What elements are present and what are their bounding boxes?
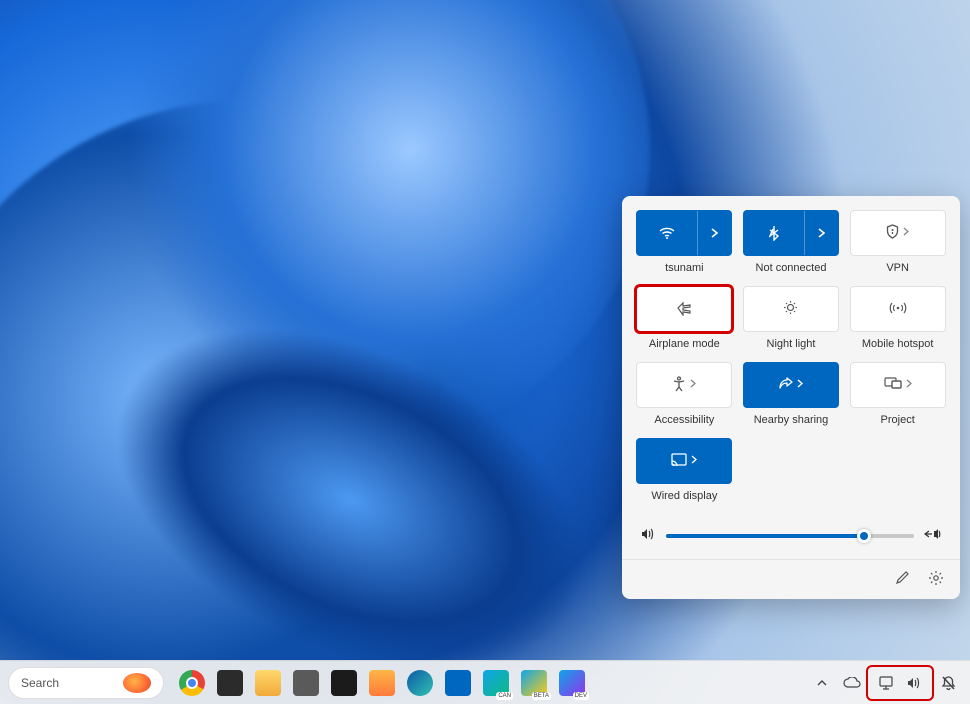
- paint-icon: [369, 670, 395, 696]
- taskbar-app-chrome[interactable]: [174, 665, 210, 701]
- network-volume-tray[interactable]: [868, 667, 932, 699]
- tray-overflow-button[interactable]: [808, 667, 836, 699]
- tile-wifi: tsunami: [636, 210, 733, 276]
- shield-toggle[interactable]: [850, 210, 946, 256]
- taskbar-app-settings[interactable]: [288, 665, 324, 701]
- chrome-icon: [179, 670, 205, 696]
- terminal-icon: [331, 670, 357, 696]
- volume-icon[interactable]: [900, 667, 928, 699]
- edit-button[interactable]: [895, 570, 910, 589]
- taskbar-app-paint[interactable]: [364, 665, 400, 701]
- taskbar-app-edge[interactable]: [402, 665, 438, 701]
- tile-share: Nearby sharing: [743, 362, 840, 428]
- tile-label: Project: [881, 414, 915, 428]
- quick-settings-panel: tsunami Not connected VPN Airplane mode Nigh…: [622, 196, 960, 599]
- output-device-button[interactable]: [924, 527, 942, 544]
- share-icon: [778, 377, 793, 394]
- settings-button[interactable]: [928, 570, 944, 589]
- system-tray: [808, 667, 962, 699]
- volume-slider[interactable]: [666, 534, 914, 538]
- tile-airplane: Airplane mode: [636, 286, 733, 352]
- brightness-icon: [783, 300, 798, 318]
- cast-icon: [671, 453, 687, 469]
- tile-label: Mobile hotspot: [862, 338, 934, 352]
- tile-label: Not connected: [756, 262, 827, 276]
- share-toggle[interactable]: [743, 362, 839, 408]
- airplane-icon: [676, 300, 692, 319]
- taskbar-apps: CANBETADEV: [174, 665, 590, 701]
- taskbar: Search CANBETADEV: [0, 660, 970, 704]
- settings-icon: [293, 670, 319, 696]
- wifi-icon: [637, 211, 697, 255]
- project-toggle[interactable]: [850, 362, 946, 408]
- chevron-right-icon: [691, 455, 697, 467]
- store-icon: [445, 670, 471, 696]
- shield-icon: [886, 224, 899, 242]
- chevron-right-icon[interactable]: [804, 211, 838, 255]
- search-highlight-icon: [123, 673, 151, 693]
- hotspot-toggle[interactable]: [850, 286, 946, 332]
- speaker-icon: [640, 526, 656, 545]
- edge-icon: [407, 670, 433, 696]
- project-icon: [884, 377, 902, 393]
- tile-label: Nearby sharing: [754, 414, 829, 428]
- accessibility-icon: [672, 376, 686, 395]
- tile-label: Airplane mode: [649, 338, 720, 352]
- chevron-right-icon: [797, 379, 803, 391]
- chevron-right-icon[interactable]: [697, 211, 731, 255]
- tile-cast: Wired display: [636, 438, 733, 504]
- explorer-icon: [255, 670, 281, 696]
- quick-settings-grid: tsunami Not connected VPN Airplane mode Nigh…: [636, 210, 946, 504]
- tile-project: Project: [849, 362, 946, 428]
- tile-label: VPN: [886, 262, 909, 276]
- taskbar-app-edge-dev[interactable]: DEV: [554, 665, 590, 701]
- tile-label: Accessibility: [654, 414, 714, 428]
- bluetooth-icon: [744, 211, 804, 255]
- cast-toggle[interactable]: [636, 438, 732, 484]
- taskbar-app-edge-beta[interactable]: BETA: [516, 665, 552, 701]
- tile-hotspot: Mobile hotspot: [849, 286, 946, 352]
- tile-label: tsunami: [665, 262, 704, 276]
- notifications-icon[interactable]: [934, 667, 962, 699]
- tile-brightness: Night light: [743, 286, 840, 352]
- taskbar-app-explorer[interactable]: [250, 665, 286, 701]
- tile-bluetooth: Not connected: [743, 210, 840, 276]
- search-box[interactable]: Search: [8, 667, 164, 699]
- volume-row: [636, 526, 946, 545]
- chevron-right-icon: [903, 227, 909, 239]
- wifi-toggle[interactable]: [636, 210, 732, 256]
- airplane-toggle[interactable]: [636, 286, 732, 332]
- taskbar-app-store[interactable]: [440, 665, 476, 701]
- brightness-toggle[interactable]: [743, 286, 839, 332]
- quick-settings-footer: [622, 559, 960, 599]
- tile-shield: VPN: [849, 210, 946, 276]
- hotspot-icon: [889, 301, 907, 318]
- taskbar-app-terminal[interactable]: [326, 665, 362, 701]
- tile-accessibility: Accessibility: [636, 362, 733, 428]
- bluetooth-toggle[interactable]: [743, 210, 839, 256]
- taskbar-app-taskview[interactable]: [212, 665, 248, 701]
- onedrive-icon[interactable]: [838, 667, 866, 699]
- chevron-right-icon: [690, 379, 696, 391]
- accessibility-toggle[interactable]: [636, 362, 732, 408]
- search-placeholder: Search: [21, 676, 59, 690]
- taskview-icon: [217, 670, 243, 696]
- chevron-right-icon: [906, 379, 912, 391]
- tile-label: Wired display: [651, 490, 717, 504]
- taskbar-app-edge-can[interactable]: CAN: [478, 665, 514, 701]
- network-icon[interactable]: [872, 667, 900, 699]
- tile-label: Night light: [767, 338, 816, 352]
